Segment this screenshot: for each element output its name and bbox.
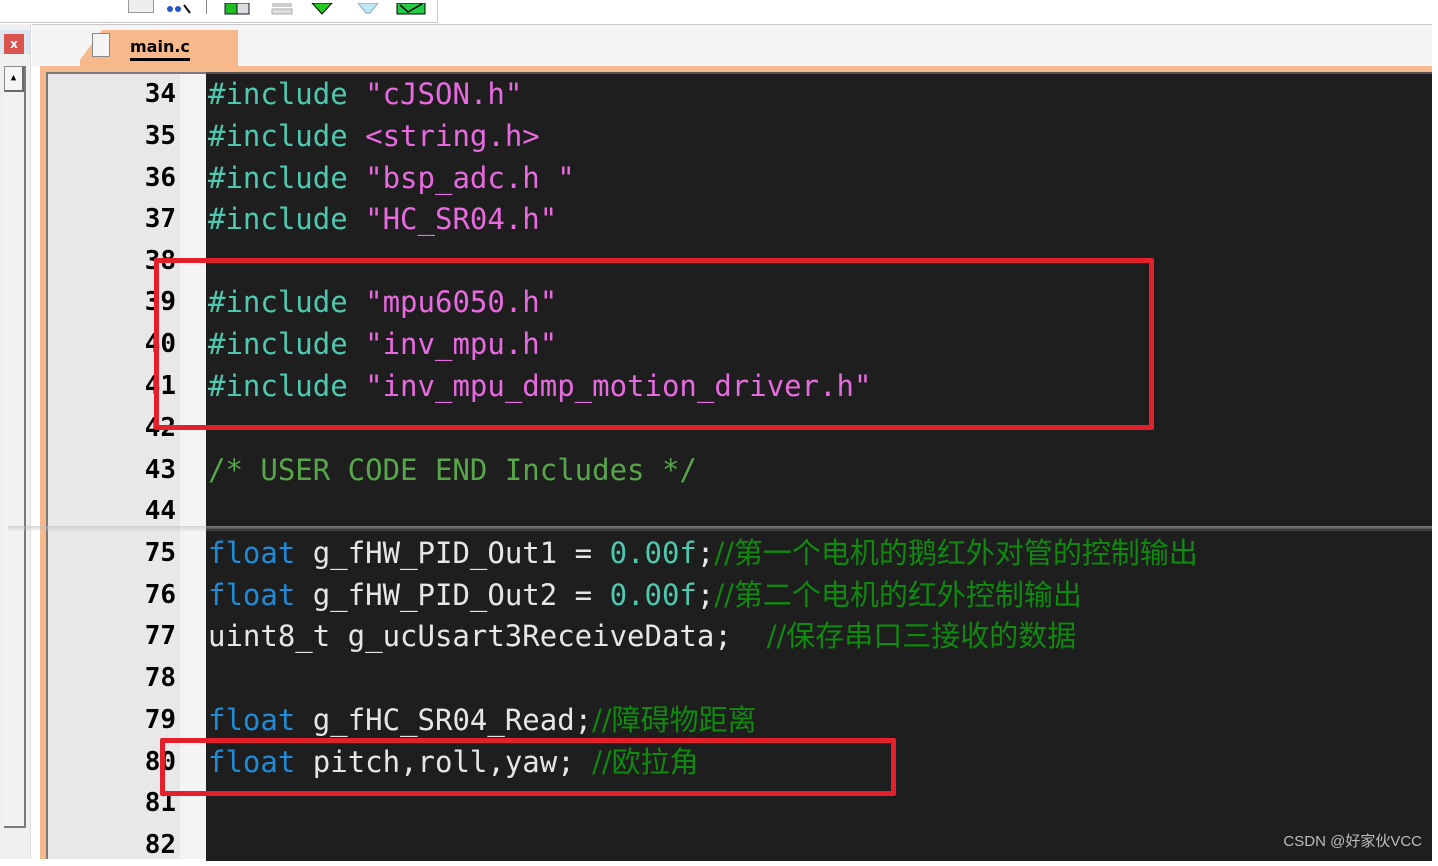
code-text: /* USER CODE END Includes */: [208, 449, 697, 491]
line-number: 35: [144, 121, 176, 151]
code-token: float: [208, 578, 296, 612]
code-text: #include <string.h>: [208, 115, 540, 157]
code-line[interactable]: 75 float g_fHW_PID_Out1 = 0.00f;//第一个电机的鹅…: [0, 532, 1432, 574]
hierarchy-icon[interactable]: [164, 0, 192, 14]
code-token: //第一个电机的鹅红外对管的控制输出: [714, 536, 1198, 570]
code-line[interactable]: 34 #include "cJSON.h": [0, 73, 1432, 115]
window-stack-icon[interactable]: [270, 0, 294, 15]
close-panel-button[interactable]: x: [4, 34, 24, 54]
line-number: 78: [144, 663, 176, 693]
code-line[interactable]: 77 uint8_t g_ucUsart3ReceiveData; //保存串口三…: [0, 615, 1432, 657]
code-token: #include: [208, 77, 366, 111]
code-token: <string.h>: [365, 119, 540, 153]
file-icon: [92, 33, 110, 57]
code-token: ;: [696, 536, 715, 570]
line-number: 34: [144, 79, 176, 109]
code-text: float g_fHW_PID_Out2 = 0.00f;//第二个电机的红外控…: [208, 574, 1082, 616]
tab-label[interactable]: main.c: [130, 37, 190, 61]
code-token: #include: [208, 161, 366, 195]
mail-check-icon[interactable]: [396, 0, 426, 15]
code-text: #include "cJSON.h": [208, 73, 522, 115]
line-number: 43: [144, 455, 176, 485]
line-number: 37: [144, 204, 176, 234]
code-text: #include "bsp_adc.h ": [208, 157, 575, 199]
watermark: CSDN @好家伙VCC: [1283, 833, 1422, 850]
toolbar-group: [0, 0, 438, 23]
code-token: //障碍物距离: [592, 703, 757, 737]
window-split-icon[interactable]: [224, 0, 250, 15]
splice-divider: [206, 529, 1432, 531]
line-number: 76: [144, 580, 176, 610]
code-line[interactable]: 37 #include "HC_SR04.h": [0, 198, 1432, 240]
code-token: 0.00f: [609, 536, 697, 570]
code-text: float g_fHW_PID_Out1 = 0.00f;//第一个电机的鹅红外…: [208, 532, 1198, 574]
code-token: ;: [696, 578, 715, 612]
code-token: "cJSON.h": [365, 77, 523, 111]
line-number: 36: [144, 163, 176, 193]
code-token: "bsp_adc.h ": [365, 161, 575, 195]
code-token: float: [208, 703, 296, 737]
euler-angles-box: [160, 738, 896, 796]
code-token: /* USER CODE END Includes */: [208, 453, 697, 487]
toolbar-separator: [206, 0, 207, 14]
code-text: uint8_t g_ucUsart3ReceiveData; //保存串口三接收…: [208, 615, 1076, 657]
line-number: 79: [144, 705, 176, 735]
code-line[interactable]: 35 #include <string.h>: [0, 115, 1432, 157]
includes-mpu-box: [154, 258, 1154, 430]
code-token: //第二个电机的红外控制输出: [714, 578, 1082, 612]
code-line[interactable]: 76 float g_fHW_PID_Out2 = 0.00f;//第二个电机的红…: [0, 574, 1432, 616]
code-token: uint8_t g_ucUsart3ReceiveData;: [208, 619, 767, 653]
download-diamond-icon[interactable]: [310, 0, 334, 15]
tab-bar: main.c: [32, 24, 1432, 68]
toolbar: [0, 0, 1438, 24]
dropdown-icon[interactable]: [128, 0, 154, 13]
window-edge: [1432, 0, 1438, 859]
code-token: 0.00f: [609, 578, 697, 612]
line-number: 82: [144, 830, 176, 860]
code-line[interactable]: 82: [0, 824, 1432, 866]
code-line[interactable]: 36 #include "bsp_adc.h ": [0, 157, 1432, 199]
code-text: float g_fHC_SR04_Read;//障碍物距离: [208, 699, 757, 741]
code-line[interactable]: 78: [0, 657, 1432, 699]
code-token: "HC_SR04.h": [365, 202, 558, 236]
line-number: 77: [144, 621, 176, 651]
code-token: g_fHW_PID_Out1 =: [295, 536, 610, 570]
code-token: //保存串口三接收的数据: [766, 619, 1077, 653]
code-token: g_fHW_PID_Out2 =: [295, 578, 610, 612]
funnel-icon[interactable]: [356, 0, 380, 14]
code-text: #include "HC_SR04.h": [208, 198, 557, 240]
code-line[interactable]: 79 float g_fHC_SR04_Read;//障碍物距离: [0, 699, 1432, 741]
code-token: #include: [208, 119, 366, 153]
code-token: g_fHC_SR04_Read;: [295, 703, 593, 737]
code-token: float: [208, 536, 296, 570]
code-line[interactable]: 43 /* USER CODE END Includes */: [0, 449, 1432, 491]
code-token: #include: [208, 202, 366, 236]
line-number: 75: [144, 538, 176, 568]
